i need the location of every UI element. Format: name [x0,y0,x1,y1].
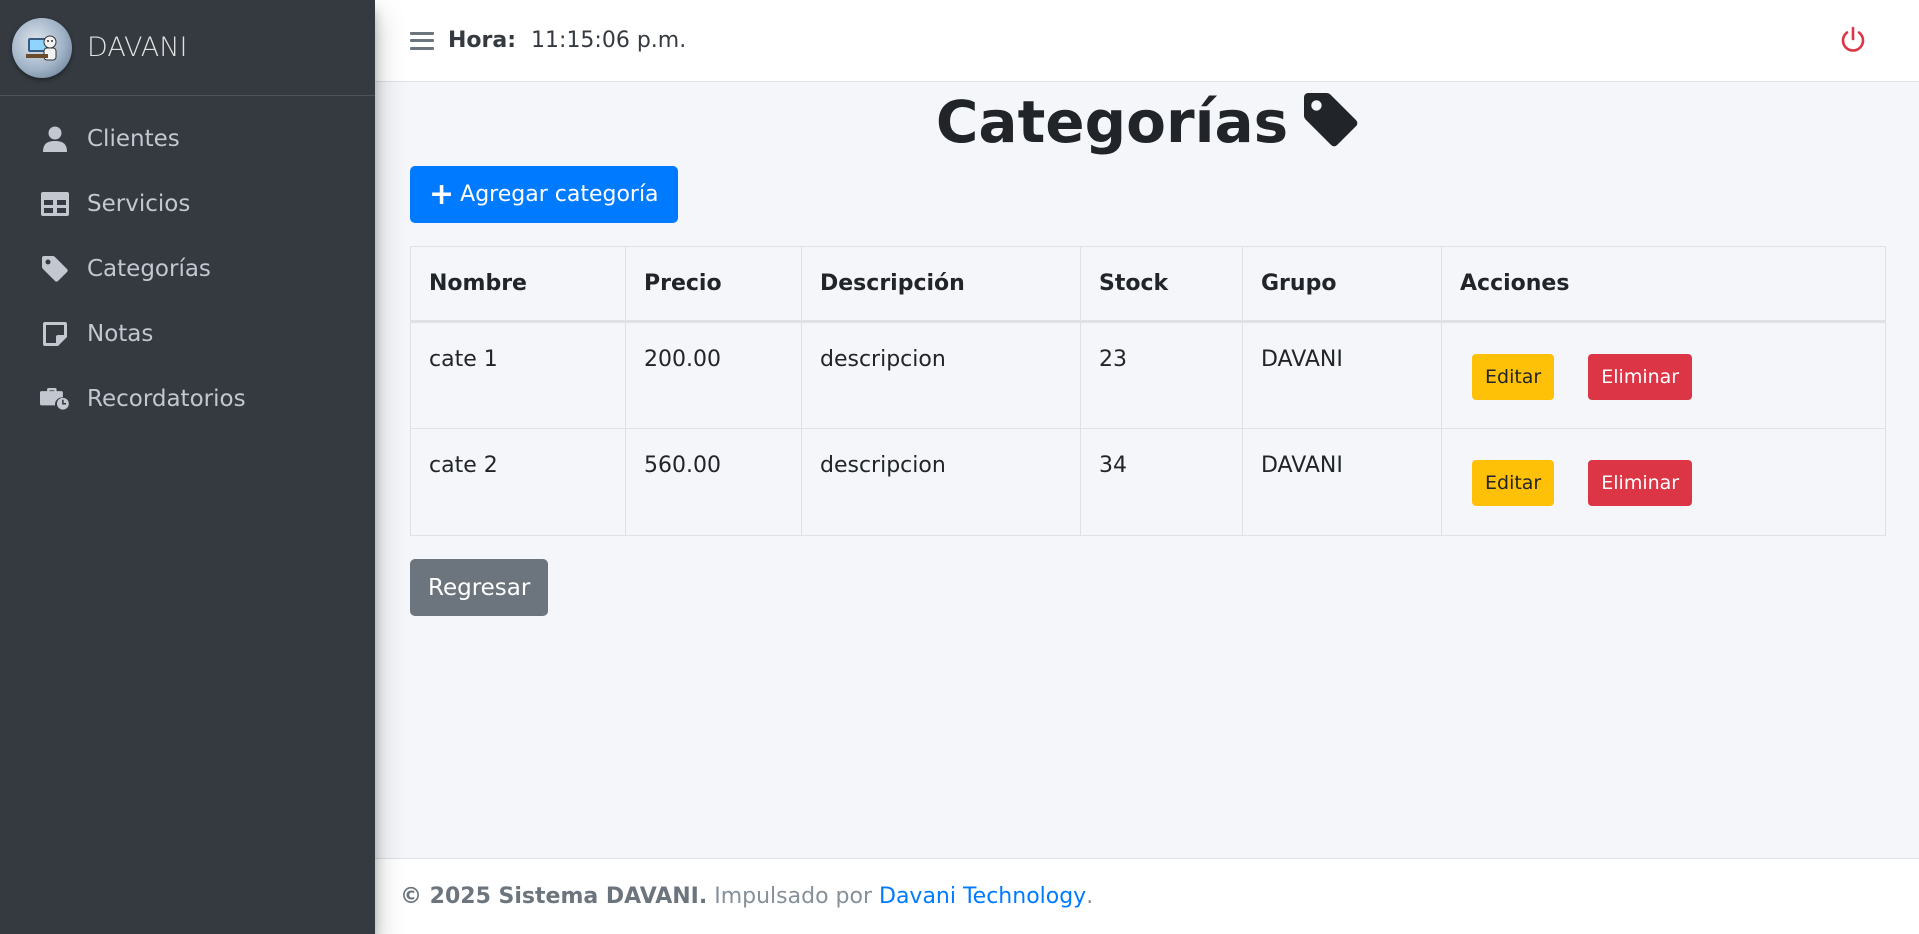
table-row: cate 1 200.00 descripcion 23 DAVANI Edit… [410,321,1886,429]
cell-grupo: DAVANI [1242,321,1442,429]
column-header-precio: Precio [625,246,802,323]
sidebar-item-categorias[interactable]: Categorías [0,236,375,301]
cell-precio: 560.00 [625,428,802,536]
sidebar-item-servicios[interactable]: Servicios [0,171,375,236]
edit-button[interactable]: Editar [1472,460,1555,506]
cell-stock: 34 [1080,428,1243,536]
main-content: Categorías + Agregar categoría Nombre Pr… [375,82,1919,616]
cell-acciones: Editar Eliminar [1441,428,1886,536]
add-category-label: Agregar categoría [460,182,659,207]
column-header-descripcion: Descripción [801,246,1081,323]
plus-icon: + [429,176,455,212]
sidebar-item-label: Recordatorios [87,385,246,412]
delete-button[interactable]: Eliminar [1588,460,1693,506]
time-value: 11:15:06 p.m. [531,28,687,53]
cell-acciones: Editar Eliminar [1441,321,1886,429]
footer-link[interactable]: Davani Technology [879,884,1086,909]
delete-button[interactable]: Eliminar [1588,354,1693,400]
footer-period: . [1086,884,1094,909]
title-row: Categorías [410,82,1884,162]
sidebar-item-notas[interactable]: Notas [0,301,375,366]
table-header-row: Nombre Precio Descripción Stock Grupo Ac… [410,246,1886,323]
user-icon [40,124,70,154]
column-header-nombre: Nombre [410,246,626,323]
briefcase-clock-icon [40,384,70,414]
column-header-grupo: Grupo [1242,246,1442,323]
sidebar-item-label: Clientes [87,125,180,152]
brand-link[interactable]: DAVANI [0,0,375,96]
brand-text: DAVANI [87,32,188,63]
cell-nombre: cate 1 [410,321,626,429]
hamburger-menu-icon[interactable] [410,29,434,53]
note-icon [40,319,70,349]
cell-grupo: DAVANI [1242,428,1442,536]
time-label: Hora: [448,28,517,53]
cell-precio: 200.00 [625,321,802,429]
cell-descripcion: descripcion [801,321,1081,429]
add-category-button[interactable]: + Agregar categoría [410,166,678,223]
footer: © 2025 Sistema DAVANI. Impulsado por Dav… [375,858,1919,934]
tag-icon [1304,93,1358,151]
column-header-acciones: Acciones [1441,246,1886,323]
sidebar-nav: Clientes Servicios Categorías Notas Reco… [0,96,375,431]
power-logout-icon[interactable] [1839,26,1869,56]
cell-stock: 23 [1080,321,1243,429]
page-title: Categorías [935,88,1289,156]
sidebar-item-label: Notas [87,320,154,347]
table-row: cate 2 560.00 descripcion 34 DAVANI Edit… [410,428,1886,536]
edit-button[interactable]: Editar [1472,354,1555,400]
sidebar-item-label: Servicios [87,190,191,217]
cell-descripcion: descripcion [801,428,1081,536]
sidebar-item-label: Categorías [87,255,211,282]
tag-icon [40,254,70,284]
top-navbar: Hora: 11:15:06 p.m. [375,0,1919,82]
back-button[interactable]: Regresar [410,559,549,616]
sidebar: DAVANI Clientes Servicios Categorías Not… [0,0,375,934]
column-header-stock: Stock [1080,246,1243,323]
categories-table: Nombre Precio Descripción Stock Grupo Ac… [410,246,1886,536]
sidebar-item-clientes[interactable]: Clientes [0,106,375,171]
brand-logo [12,17,72,78]
sidebar-item-recordatorios[interactable]: Recordatorios [0,366,375,431]
footer-copyright: © 2025 Sistema DAVANI. [400,884,708,909]
cell-nombre: cate 2 [410,428,626,536]
table-icon [40,189,70,219]
footer-powered: Impulsado por [714,884,872,909]
